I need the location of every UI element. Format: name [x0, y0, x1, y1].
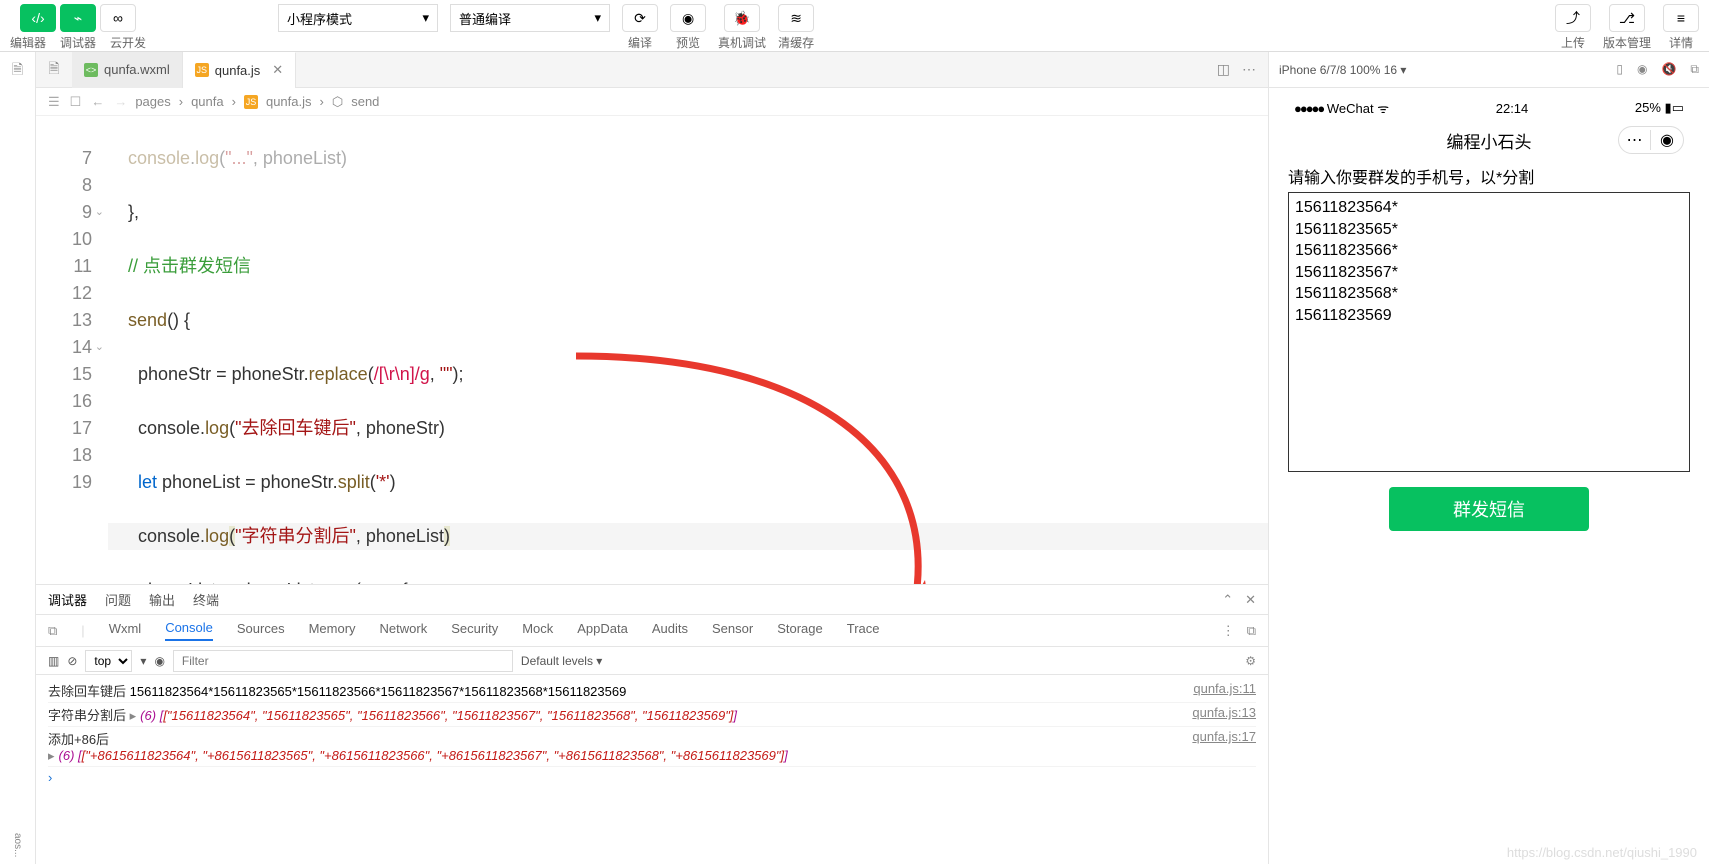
source-link[interactable]: qunfa.js:13 — [1192, 705, 1256, 724]
sensor-tab[interactable]: Sensor — [712, 621, 753, 640]
compile-button[interactable]: ⟳ — [622, 4, 658, 32]
close-icon[interactable]: ✕ — [1245, 592, 1256, 608]
menu-icon[interactable]: ☰ — [48, 94, 60, 110]
appdata-tab[interactable]: AppData — [577, 621, 628, 640]
forward-icon[interactable]: → — [114, 94, 127, 110]
sidebar: 🗎 aos... — [0, 52, 36, 864]
popout-icon[interactable]: ⧉ — [1247, 623, 1256, 639]
send-sms-button[interactable]: 群发短信 — [1389, 487, 1589, 531]
debugger-tab[interactable]: 调试器 — [48, 590, 87, 609]
audits-tab[interactable]: Audits — [652, 621, 688, 640]
editor-toggle-button[interactable]: ‹/› — [20, 4, 56, 32]
source-link[interactable]: qunfa.js:17 — [1192, 729, 1256, 748]
inspect-icon[interactable]: ⧉ — [48, 623, 57, 639]
cloud-label: 云开发 — [110, 34, 146, 51]
wxml-tab[interactable]: Wxml — [109, 621, 142, 640]
devtools-more-icon[interactable]: ⋮ — [1222, 623, 1235, 639]
menu-icon[interactable]: ⋯ — [1619, 130, 1651, 150]
cloud-dev-button[interactable]: ∞ — [100, 4, 136, 32]
settings-icon[interactable]: ⚙ — [1245, 654, 1256, 668]
version-button[interactable]: ⎇ — [1609, 4, 1645, 32]
js-icon: JS — [195, 63, 209, 77]
storage-tab[interactable]: Storage — [777, 621, 823, 640]
phone-numbers-input[interactable] — [1288, 192, 1690, 472]
sidebar-text: aos... — [7, 834, 29, 856]
code-content[interactable]: console.log("...", phoneList) }, // 点击群发… — [108, 116, 1268, 584]
page-title: 编程小石头 — [1447, 128, 1532, 153]
clear-console-icon[interactable]: ⊘ — [67, 654, 77, 668]
phone-time: 22:14 — [1496, 101, 1529, 116]
more-button[interactable]: ≡ — [1663, 4, 1699, 32]
device-icon[interactable]: ▯ — [1616, 62, 1623, 77]
live-expr-icon[interactable]: ◉ — [154, 654, 164, 668]
editor-label: 编辑器 — [10, 34, 46, 51]
sources-tab[interactable]: Sources — [237, 621, 285, 640]
output-tab[interactable]: 输出 — [149, 590, 175, 609]
detach-icon[interactable]: ⧉ — [1690, 62, 1699, 77]
watermark: https://blog.csdn.net/qiushi_1990 — [1507, 845, 1697, 860]
target-icon[interactable]: ◉ — [1651, 130, 1683, 150]
main-toolbar: ‹/› ⌁ ∞ 编辑器 调试器 云开发 小程序模式▾ 普通编译▾ ⟳编译 ◉预览… — [0, 0, 1709, 52]
context-select[interactable]: top — [85, 650, 132, 672]
console-sidebar-icon[interactable]: ▥ — [48, 654, 59, 668]
debugger-label: 调试器 — [60, 34, 96, 51]
battery-icon: ▮▭ — [1665, 100, 1684, 115]
issue-tab[interactable]: 问题 — [105, 590, 131, 609]
wifi-icon: ᯤ — [1377, 101, 1389, 116]
tab-qunfa-js[interactable]: JSqunfa.js✕ — [183, 52, 296, 88]
editor-tabs: 🗎 <>qunfa.wxml JSqunfa.js✕ ◫ ⋯ — [36, 52, 1268, 88]
file-icon[interactable]: 🗎 — [36, 58, 72, 82]
upload-button[interactable]: ⤴ — [1555, 4, 1591, 32]
js-icon: JS — [244, 95, 258, 109]
console-filter-input[interactable] — [178, 652, 508, 670]
line-gutter: 7 8 9⌄ 10 11 12 13 14⌄ 15 16 17 18 19 — [36, 116, 108, 584]
split-editor-icon[interactable]: ◫ — [1217, 61, 1230, 78]
preview-button[interactable]: ◉ — [670, 4, 706, 32]
tab-qunfa-wxml[interactable]: <>qunfa.wxml — [72, 52, 183, 88]
mute-icon[interactable]: 🔇 — [1661, 62, 1676, 77]
explorer-icon[interactable]: 🗎 — [7, 60, 29, 82]
simulator-pane: iPhone 6/7/8 100% 16 ▾ ▯ ◉ 🔇 ⧉ ●●●●● WeC… — [1269, 52, 1709, 864]
mode-select[interactable]: 小程序模式▾ — [278, 4, 438, 32]
cube-icon: ⬡ — [332, 94, 343, 110]
record-icon[interactable]: ◉ — [1637, 62, 1647, 77]
console-tab[interactable]: Console — [165, 620, 213, 641]
device-select[interactable]: iPhone 6/7/8 100% 16 ▾ — [1279, 63, 1406, 77]
phone-status-bar: ●●●●● WeChat ᯤ 22:14 25% ▮▭ — [1284, 96, 1694, 120]
bookmark-icon[interactable]: ☐ — [70, 94, 82, 110]
memory-tab[interactable]: Memory — [309, 621, 356, 640]
trace-tab[interactable]: Trace — [847, 621, 880, 640]
mock-tab[interactable]: Mock — [522, 621, 553, 640]
compile-select[interactable]: 普通编译▾ — [450, 4, 610, 32]
input-label: 请输入你要群发的手机号，以*分割 — [1288, 164, 1690, 188]
close-icon[interactable]: ✕ — [272, 62, 283, 78]
console-prompt[interactable]: › — [48, 767, 1256, 785]
wxml-icon: <> — [84, 63, 98, 77]
network-tab[interactable]: Network — [380, 621, 428, 640]
back-icon[interactable]: ← — [91, 94, 104, 110]
debugger-toggle-button[interactable]: ⌁ — [60, 4, 96, 32]
security-tab[interactable]: Security — [451, 621, 498, 640]
breadcrumb: ☰ ☐ ← → pages› qunfa› JS qunfa.js› ⬡ sen… — [36, 88, 1268, 116]
real-debug-button[interactable]: 🐞 — [724, 4, 760, 32]
chevron-up-icon[interactable]: ⌃ — [1222, 592, 1233, 608]
clear-cache-button[interactable]: ≋ — [778, 4, 814, 32]
console-output[interactable]: 去除回车键后 15611823564*15611823565*156118235… — [36, 675, 1268, 864]
debugger-panel: 调试器 问题 输出 终端 ⌃ ✕ ⧉ | Wxml Console Source… — [36, 584, 1268, 864]
source-link[interactable]: qunfa.js:11 — [1193, 681, 1256, 700]
terminal-tab[interactable]: 终端 — [193, 590, 219, 609]
levels-select[interactable]: Default levels ▾ — [521, 654, 602, 668]
code-editor[interactable]: 7 8 9⌄ 10 11 12 13 14⌄ 15 16 17 18 19 co… — [36, 116, 1268, 584]
tab-more-icon[interactable]: ⋯ — [1242, 61, 1256, 78]
